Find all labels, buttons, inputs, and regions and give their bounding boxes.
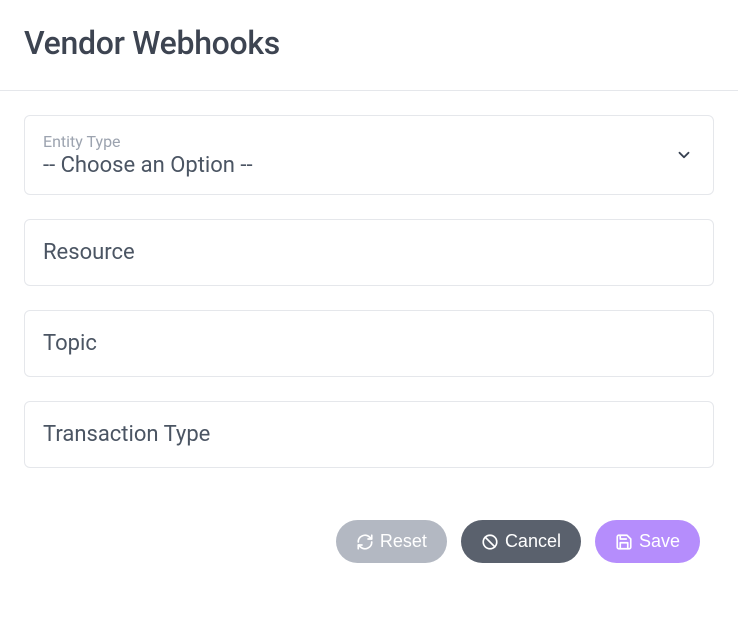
button-row: Reset Cancel Save bbox=[24, 492, 714, 563]
form-container: Entity Type -- Choose an Option -- Resou… bbox=[0, 91, 738, 563]
entity-type-value: -- Choose an Option -- bbox=[43, 153, 695, 178]
entity-type-label: Entity Type bbox=[43, 132, 695, 151]
resource-field[interactable]: Resource bbox=[24, 219, 714, 286]
ban-icon bbox=[481, 533, 499, 551]
cancel-button[interactable]: Cancel bbox=[461, 520, 581, 563]
chevron-down-icon bbox=[675, 146, 693, 164]
reset-button[interactable]: Reset bbox=[336, 520, 447, 563]
save-icon bbox=[615, 533, 633, 551]
cancel-button-label: Cancel bbox=[505, 531, 561, 552]
save-button[interactable]: Save bbox=[595, 520, 700, 563]
page-title: Vendor Webhooks bbox=[24, 24, 714, 62]
reset-button-label: Reset bbox=[380, 531, 427, 552]
page-header: Vendor Webhooks bbox=[0, 0, 738, 91]
save-button-label: Save bbox=[639, 531, 680, 552]
transaction-type-label: Transaction Type bbox=[43, 418, 695, 451]
transaction-type-field[interactable]: Transaction Type bbox=[24, 401, 714, 468]
topic-label: Topic bbox=[43, 327, 695, 360]
refresh-icon bbox=[356, 533, 374, 551]
entity-type-select[interactable]: Entity Type -- Choose an Option -- bbox=[24, 115, 714, 195]
topic-field[interactable]: Topic bbox=[24, 310, 714, 377]
resource-label: Resource bbox=[43, 236, 695, 269]
